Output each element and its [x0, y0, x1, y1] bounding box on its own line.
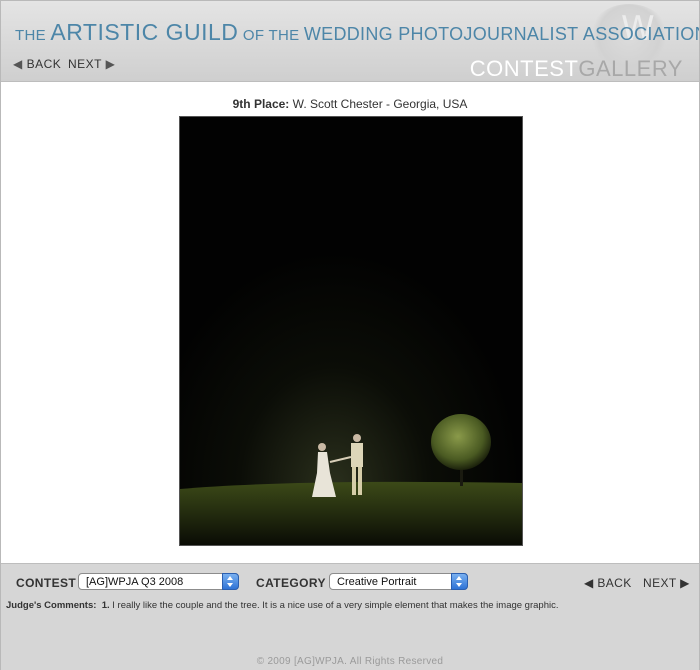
- category-select-stepper-icon: [451, 573, 468, 590]
- contest-photo: [179, 116, 523, 546]
- title-contest: CONTEST: [469, 56, 579, 81]
- judges-comments: Judge's Comments: 1. I really like the c…: [6, 600, 558, 611]
- contest-select[interactable]: [AG]WPJA Q3 2008: [78, 573, 239, 590]
- banner-artistic-guild: ARTISTIC GUILD: [50, 19, 239, 45]
- banner-of-the: OF THE: [242, 27, 300, 44]
- next-arrow-icon: ▶: [105, 57, 116, 71]
- category-select-value: Creative Portrait: [337, 576, 417, 588]
- site-banner[interactable]: THE ARTISTIC GUILD OF THE WEDDING PHOTOJ…: [15, 19, 699, 46]
- photo-caption: 9th Place: W. Scott Chester - Georgia, U…: [0, 97, 700, 111]
- contest-select-stepper-icon: [222, 573, 239, 590]
- header-back-label: BACK: [26, 57, 62, 71]
- header: W THE ARTISTIC GUILD OF THE WEDDING PHOT…: [1, 1, 699, 82]
- copyright-footer: © 2009 [AG]WPJA. All Rights Reserved: [256, 656, 444, 667]
- bottom-back-link[interactable]: ◀ BACK: [584, 576, 632, 590]
- back-arrow-icon: ◀: [13, 57, 23, 71]
- contest-select-value: [AG]WPJA Q3 2008: [86, 576, 184, 588]
- header-next-link[interactable]: NEXT ▶: [68, 57, 115, 71]
- contest-gallery-title: CONTESTGALLERY: [469, 56, 683, 81]
- bottom-next-label: NEXT: [643, 576, 677, 590]
- comment-number: 1.: [101, 600, 110, 611]
- banner-the: THE: [15, 27, 46, 44]
- comment-text: I really like the couple and the tree. I…: [112, 600, 559, 611]
- banner-wedding-photojournalist: WEDDING PHOTOJOURNALIST: [303, 24, 579, 44]
- bottom-back-label: BACK: [597, 576, 632, 590]
- comments-heading: Judge's Comments:: [6, 600, 97, 611]
- bottom-panel: CONTEST [AG]WPJA Q3 2008 CATEGORY Creati…: [1, 563, 699, 670]
- photographer: W. Scott Chester - Georgia, USA: [292, 97, 468, 111]
- back-arrow-icon: ◀: [584, 576, 594, 590]
- category-select[interactable]: Creative Portrait: [329, 573, 468, 590]
- header-next-label: NEXT: [68, 57, 102, 71]
- next-arrow-icon: ▶: [680, 576, 690, 590]
- banner-association: ASSOCIATION: [582, 24, 699, 44]
- title-gallery: GALLERY: [578, 56, 683, 81]
- photo-image: [180, 117, 522, 545]
- contest-label: CONTEST: [16, 576, 77, 590]
- placement: 9th Place:: [232, 97, 290, 111]
- bottom-next-link[interactable]: NEXT ▶: [643, 576, 690, 590]
- header-back-link[interactable]: ◀ BACK: [13, 57, 61, 71]
- category-label: CATEGORY: [256, 576, 326, 590]
